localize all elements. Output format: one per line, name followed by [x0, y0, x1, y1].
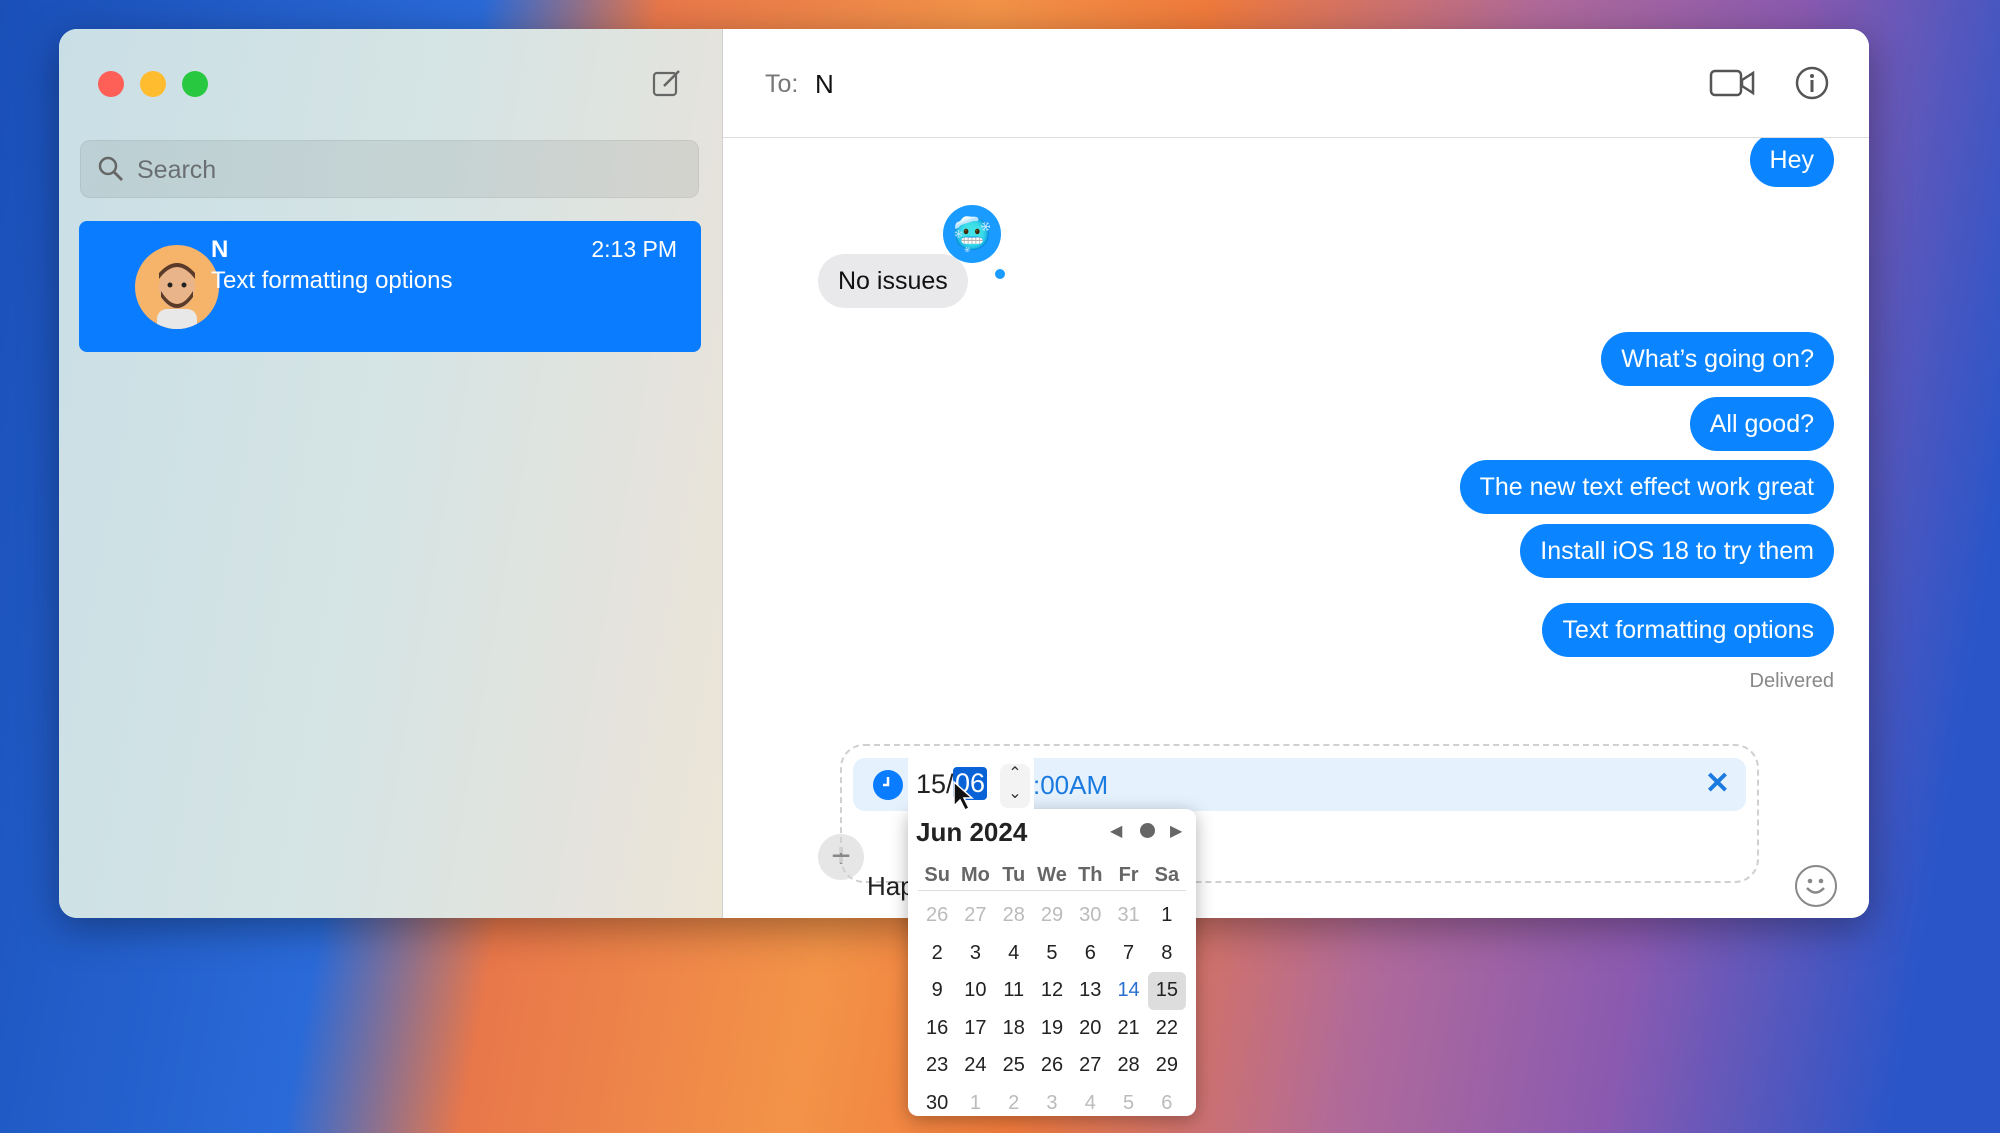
- emoji-icon: [1806, 878, 1825, 894]
- calendar-day[interactable]: 22: [1148, 1010, 1186, 1048]
- search-input[interactable]: Search: [80, 140, 699, 198]
- message-bubble[interactable]: Install iOS 18 to try them: [1520, 524, 1834, 578]
- conversation-item[interactable]: N Text formatting options 2:13 PM: [79, 221, 701, 352]
- minimize-window-button[interactable]: [140, 71, 166, 97]
- calendar-day[interactable]: 19: [1033, 1010, 1071, 1048]
- calendar-popup: Jun 2024 ◀ ▶ Su Mo Tu We Th Fr Sa 26 27 28 29 30 31 1…: [908, 809, 1196, 1116]
- calendar-day[interactable]: 26: [1033, 1047, 1071, 1085]
- conversation-pane: To: N Hey No issues 🥶 What’s going on? A…: [723, 29, 1869, 918]
- calendar-day[interactable]: 27: [1071, 1047, 1109, 1085]
- weekday-label: Fr: [1109, 859, 1148, 891]
- previous-month-button[interactable]: ◀: [1110, 821, 1122, 841]
- message-bubble[interactable]: The new text effect work great: [1459, 460, 1834, 514]
- calendar-day[interactable]: 17: [956, 1010, 994, 1048]
- calendar-day[interactable]: 2: [995, 1085, 1033, 1123]
- date-field: 15/ 06 ⌃ ⌄: [908, 752, 1034, 816]
- calendar-day[interactable]: 14: [1109, 972, 1147, 1010]
- conversation-header: To: N: [723, 29, 1869, 138]
- calendar-day[interactable]: 28: [995, 897, 1033, 935]
- weekday-label: Th: [1071, 859, 1110, 891]
- calendar-month-title: Jun 2024: [916, 817, 1028, 847]
- schedule-time[interactable]: :00AM: [1033, 770, 1108, 801]
- calendar-day[interactable]: 6: [1071, 935, 1109, 973]
- weekday-label: Su: [918, 859, 957, 891]
- calendar-day[interactable]: 18: [995, 1010, 1033, 1048]
- tapback-tail: [995, 269, 1005, 279]
- search-placeholder: Search: [137, 156, 217, 184]
- calendar-day[interactable]: 16: [918, 1010, 956, 1048]
- conversation-preview: Text formatting options: [211, 267, 453, 294]
- calendar-day[interactable]: 30: [1071, 897, 1109, 935]
- weekday-label: Tu: [994, 859, 1033, 891]
- tapback-cold-face-icon: 🥶: [943, 205, 1001, 263]
- calendar-day[interactable]: 7: [1109, 935, 1147, 973]
- weekday-label: Sa: [1147, 859, 1186, 891]
- remove-schedule-button[interactable]: ✕: [1705, 766, 1730, 801]
- info-icon[interactable]: [1794, 65, 1830, 101]
- calendar-day[interactable]: 4: [1071, 1085, 1109, 1123]
- message-bubble[interactable]: Hey: [1749, 133, 1834, 187]
- calendar-day[interactable]: 1: [956, 1085, 994, 1123]
- conversation-time: 2:13 PM: [591, 236, 677, 262]
- search-icon: [98, 156, 123, 181]
- emoji-button[interactable]: [1795, 865, 1837, 907]
- date-stepper[interactable]: ⌃ ⌄: [1000, 764, 1030, 808]
- message-bubble[interactable]: No issues: [818, 254, 968, 308]
- weekday-label: Mo: [956, 859, 995, 891]
- calendar-day[interactable]: 23: [918, 1047, 956, 1085]
- calendar-day[interactable]: 20: [1071, 1010, 1109, 1048]
- calendar-day[interactable]: 13: [1071, 972, 1109, 1010]
- conversation-name: N: [211, 236, 229, 263]
- calendar-day[interactable]: 1: [1148, 897, 1186, 935]
- calendar-day[interactable]: 10: [956, 972, 994, 1010]
- calendar-day[interactable]: 4: [995, 935, 1033, 973]
- calendar-day[interactable]: 27: [956, 897, 994, 935]
- calendar-day[interactable]: 25: [995, 1047, 1033, 1085]
- calendar-day[interactable]: 5: [1109, 1085, 1147, 1123]
- mouse-cursor-icon: [953, 780, 974, 812]
- to-label: To:: [765, 70, 799, 98]
- clock-icon: [873, 770, 903, 800]
- recipient-name[interactable]: N: [815, 69, 834, 100]
- next-month-button[interactable]: ▶: [1170, 821, 1182, 841]
- calendar-day[interactable]: 2: [918, 935, 956, 973]
- calendar-day[interactable]: 9: [918, 972, 956, 1010]
- calendar-day[interactable]: 6: [1148, 1085, 1186, 1123]
- calendar-day[interactable]: 26: [918, 897, 956, 935]
- calendar-day[interactable]: 29: [1033, 897, 1071, 935]
- calendar-day[interactable]: 21: [1109, 1010, 1147, 1048]
- weekday-label: We: [1032, 859, 1072, 891]
- delivered-status: Delivered: [1749, 670, 1834, 692]
- video-call-icon[interactable]: [1709, 67, 1755, 99]
- calendar-day[interactable]: 28: [1109, 1047, 1147, 1085]
- calendar-day[interactable]: 24: [956, 1047, 994, 1085]
- calendar-day[interactable]: 12: [1033, 972, 1071, 1010]
- close-window-button[interactable]: [98, 71, 124, 97]
- zoom-window-button[interactable]: [182, 71, 208, 97]
- calendar-day[interactable]: 11: [995, 972, 1033, 1010]
- calendar-day[interactable]: 29: [1148, 1047, 1186, 1085]
- calendar-day[interactable]: 5: [1033, 935, 1071, 973]
- calendar-day[interactable]: 3: [956, 935, 994, 973]
- calendar-day[interactable]: 15: [1147, 972, 1186, 1010]
- message-bubble[interactable]: Text formatting options: [1542, 603, 1834, 657]
- compose-icon[interactable]: [651, 67, 683, 99]
- calendar-day[interactable]: 3: [1033, 1085, 1071, 1123]
- sidebar: Search N Text formatting options 2:13 PM: [59, 29, 723, 918]
- message-bubble[interactable]: What’s going on?: [1601, 332, 1834, 386]
- calendar-day[interactable]: 8: [1148, 935, 1186, 973]
- avatar: [135, 245, 219, 329]
- calendar-day[interactable]: 31: [1109, 897, 1147, 935]
- calendar-grid: Su Mo Tu We Th Fr Sa 26 27 28 29 30 31 1 2 3 4 5 6 7 8 9 10 11 1…: [918, 859, 1186, 1122]
- schedule-day[interactable]: 15/: [916, 769, 954, 800]
- today-button[interactable]: [1140, 823, 1155, 838]
- message-bubble[interactable]: All good?: [1689, 397, 1834, 451]
- calendar-day[interactable]: 30: [918, 1085, 956, 1123]
